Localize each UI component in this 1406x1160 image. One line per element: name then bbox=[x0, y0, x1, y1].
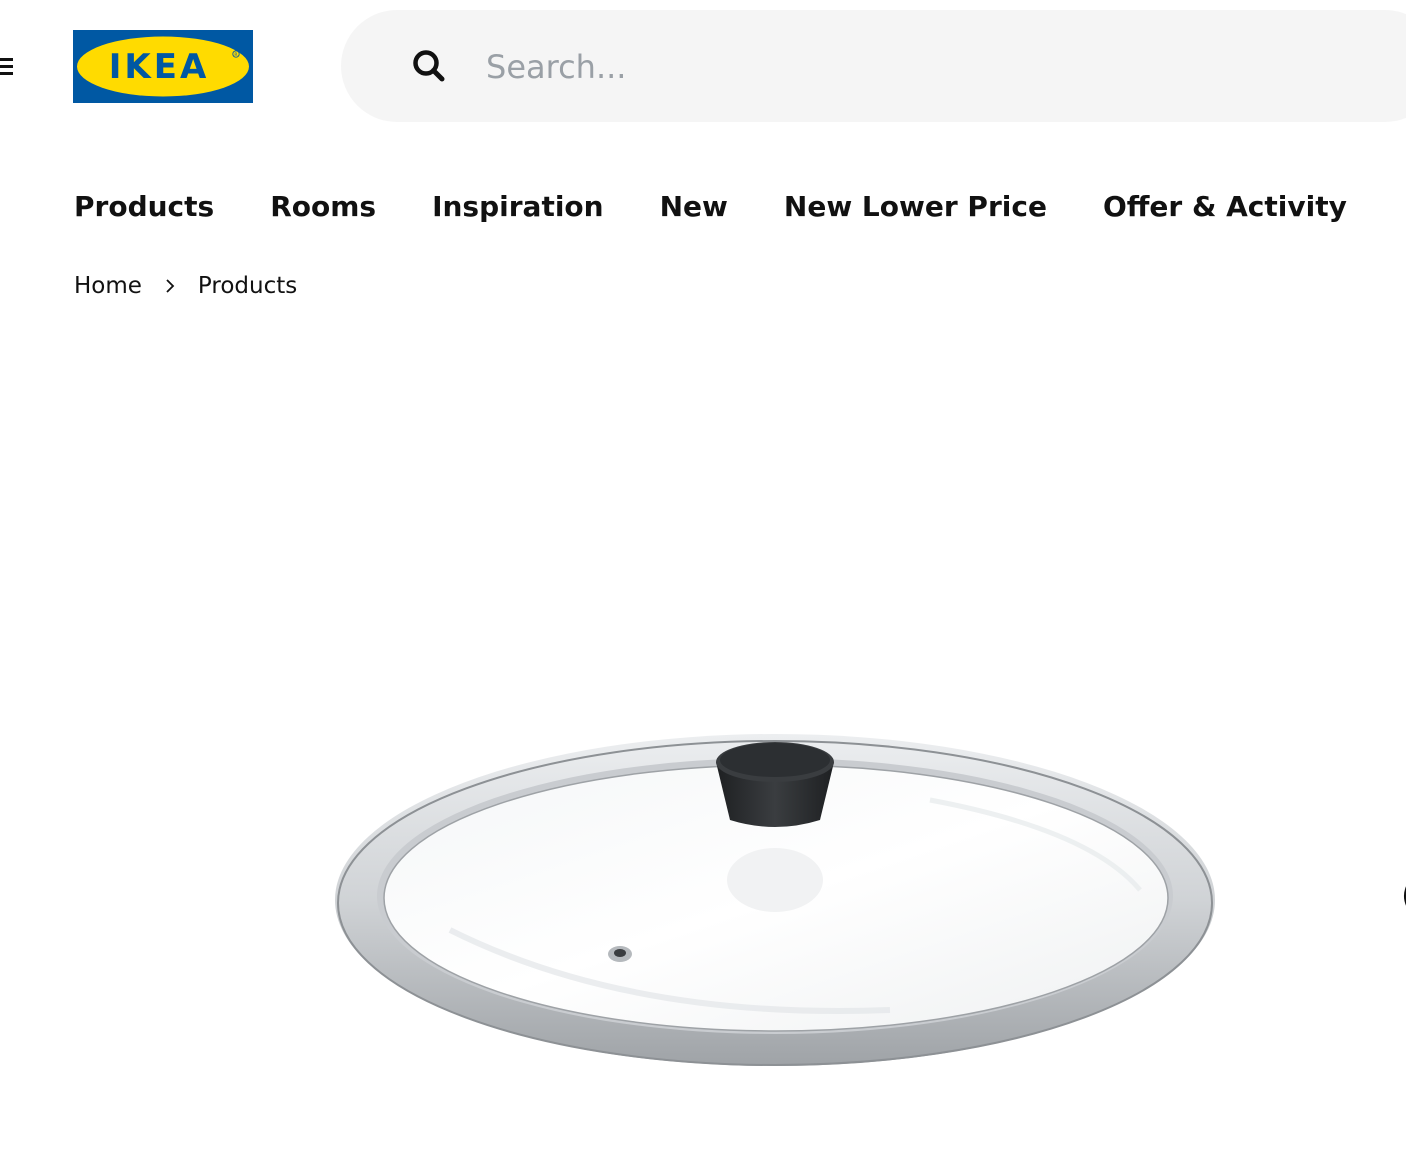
search-input[interactable] bbox=[484, 40, 1288, 94]
page: IKEA R Products Rooms Inspiration New Ne… bbox=[0, 0, 1406, 1160]
nav-item-products[interactable]: Products bbox=[74, 186, 214, 230]
search-icon[interactable] bbox=[411, 48, 447, 84]
breadcrumb-home[interactable]: Home bbox=[74, 273, 142, 299]
search-bar bbox=[341, 10, 1406, 122]
nav-item-rooms[interactable]: Rooms bbox=[270, 186, 376, 230]
breadcrumb: Home Products bbox=[74, 268, 297, 304]
breadcrumb-products[interactable]: Products bbox=[198, 273, 297, 299]
hamburger-menu-icon[interactable] bbox=[0, 56, 14, 78]
carousel-next-icon[interactable] bbox=[1398, 876, 1406, 916]
product-image[interactable] bbox=[330, 720, 1230, 1080]
nav-item-new[interactable]: New bbox=[660, 186, 728, 230]
main-nav: Products Rooms Inspiration New New Lower… bbox=[74, 186, 1403, 230]
nav-item-offer-activity[interactable]: Offer & Activity bbox=[1103, 186, 1347, 230]
chevron-right-icon bbox=[156, 276, 186, 296]
nav-item-inspiration[interactable]: Inspiration bbox=[432, 186, 604, 230]
logo-text: IKEA bbox=[109, 47, 210, 87]
svg-text:R: R bbox=[234, 52, 237, 58]
ikea-logo[interactable]: IKEA R bbox=[73, 30, 253, 103]
nav-item-new-lower-price[interactable]: New Lower Price bbox=[784, 186, 1047, 230]
